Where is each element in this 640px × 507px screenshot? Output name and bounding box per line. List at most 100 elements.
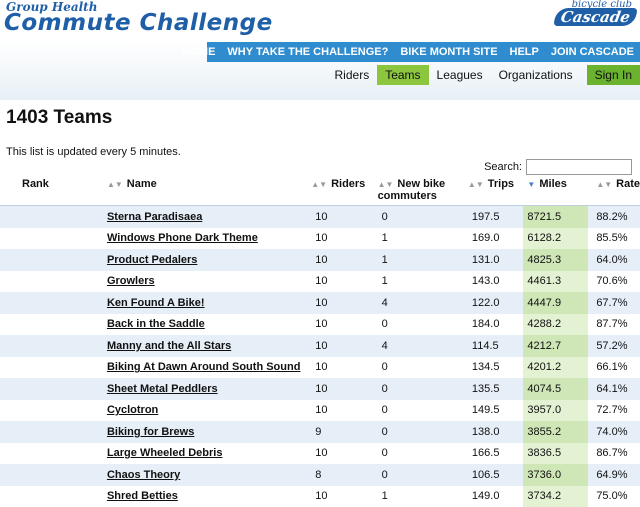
cell-new-commuters: 1 [378, 249, 468, 271]
cell-trips: 122.0 [468, 292, 524, 314]
nav-join-cascade[interactable]: JOIN CASCADE [551, 46, 634, 58]
cell-name: Ken Found A Bike! [107, 292, 311, 314]
column-header-rate[interactable]: ▲▼Rate [588, 175, 640, 206]
cell-miles: 4461.3 [523, 271, 588, 293]
nav-help[interactable]: HELP [510, 46, 539, 58]
column-header-riders[interactable]: ▲▼Riders [311, 175, 377, 206]
team-name-link[interactable]: Biking for Brews [107, 426, 194, 438]
sort-desc-icon: ▼ [527, 180, 535, 189]
table-row: Shred Betties101149.03734.275.0% [0, 486, 640, 507]
cell-trips: 143.0 [468, 271, 524, 293]
nav-why-take-challenge[interactable]: WHY TAKE THE CHALLENGE? [227, 46, 388, 58]
team-name-link[interactable]: Growlers [107, 275, 155, 287]
cell-rank [0, 486, 107, 507]
column-header-rank[interactable]: Rank [0, 175, 107, 206]
table-row: Biking for Brews90138.03855.274.0% [0, 421, 640, 443]
sign-in-button[interactable]: Sign In [587, 65, 640, 85]
team-name-link[interactable]: Sheet Metal Peddlers [107, 383, 218, 395]
page-title: 1403 Teams [6, 107, 112, 129]
cascade-logo[interactable]: Cascade [553, 8, 637, 26]
cell-name: Manny and the All Stars [107, 335, 311, 357]
cell-rate: 72.7% [588, 400, 640, 422]
cell-riders: 10 [311, 443, 377, 465]
table-row: Back in the Saddle100184.04288.287.7% [0, 314, 640, 336]
cell-new-commuters: 0 [378, 443, 468, 465]
nav-home[interactable]: HOME [182, 46, 215, 58]
cell-new-commuters: 4 [378, 292, 468, 314]
cell-riders: 10 [311, 314, 377, 336]
column-header-trips[interactable]: ▲▼Trips [468, 175, 524, 206]
cell-rank [0, 400, 107, 422]
cell-new-commuters: 0 [378, 206, 468, 228]
table-row: Large Wheeled Debris100166.53836.586.7% [0, 443, 640, 465]
cell-miles: 4288.2 [523, 314, 588, 336]
team-name-link[interactable]: Sterna Paradisaea [107, 211, 202, 223]
table-row: Product Pedalers101131.04825.364.0% [0, 249, 640, 271]
team-name-link[interactable]: Biking At Dawn Around South Sound [107, 361, 301, 373]
cell-new-commuters: 1 [378, 486, 468, 507]
cell-rate: 70.6% [588, 271, 640, 293]
cell-new-commuters: 0 [378, 357, 468, 379]
sort-arrows-icon: ▲▼ [596, 180, 612, 189]
cell-trips: 106.5 [468, 464, 524, 486]
cell-riders: 10 [311, 486, 377, 507]
team-name-link[interactable]: Ken Found A Bike! [107, 297, 205, 309]
sort-arrows-icon: ▲▼ [107, 180, 123, 189]
cell-miles: 3855.2 [523, 421, 588, 443]
cell-name: Cyclotron [107, 400, 311, 422]
cell-name: Biking for Brews [107, 421, 311, 443]
cell-riders: 10 [311, 335, 377, 357]
cell-miles: 4201.2 [523, 357, 588, 379]
team-name-link[interactable]: Large Wheeled Debris [107, 447, 223, 459]
teams-table: Rank ▲▼Name ▲▼Riders ▲▼New bike commuter… [0, 175, 640, 507]
sort-arrows-icon: ▲▼ [468, 180, 484, 189]
cell-riders: 9 [311, 421, 377, 443]
table-row: Sheet Metal Peddlers100135.54074.564.1% [0, 378, 640, 400]
column-header-miles[interactable]: ▼Miles [523, 175, 588, 206]
cell-new-commuters: 4 [378, 335, 468, 357]
team-name-link[interactable]: Product Pedalers [107, 254, 197, 266]
cell-riders: 10 [311, 249, 377, 271]
column-header-name[interactable]: ▲▼Name [107, 175, 311, 206]
cell-rate: 64.9% [588, 464, 640, 486]
cell-miles: 4212.7 [523, 335, 588, 357]
team-name-link[interactable]: Windows Phone Dark Theme [107, 232, 258, 244]
cell-name: Growlers [107, 271, 311, 293]
update-note: This list is updated every 5 minutes. [6, 146, 181, 158]
team-name-link[interactable]: Back in the Saddle [107, 318, 205, 330]
logo-commute-challenge[interactable]: Commute Challenge [4, 10, 273, 36]
sort-arrows-icon: ▲▼ [378, 180, 394, 189]
cell-rate: 85.5% [588, 228, 640, 250]
cell-rank [0, 443, 107, 465]
cell-trips: 197.5 [468, 206, 524, 228]
cell-trips: 114.5 [468, 335, 524, 357]
cell-miles: 3957.0 [523, 400, 588, 422]
cell-name: Back in the Saddle [107, 314, 311, 336]
cell-rate: 67.7% [588, 292, 640, 314]
cell-trips: 184.0 [468, 314, 524, 336]
team-name-link[interactable]: Manny and the All Stars [107, 340, 231, 352]
cell-miles: 4825.3 [523, 249, 588, 271]
cell-rate: 75.0% [588, 486, 640, 507]
cell-riders: 10 [311, 378, 377, 400]
nav-bike-month-site[interactable]: BIKE MONTH SITE [400, 46, 497, 58]
tab-riders[interactable]: Riders [327, 65, 378, 85]
cell-rate: 64.0% [588, 249, 640, 271]
cell-miles: 4074.5 [523, 378, 588, 400]
sort-arrows-icon: ▲▼ [311, 180, 327, 189]
cell-new-commuters: 0 [378, 314, 468, 336]
cell-rank [0, 357, 107, 379]
cell-rate: 88.2% [588, 206, 640, 228]
column-header-new-commuters[interactable]: ▲▼New bike commuters [378, 175, 468, 206]
team-name-link[interactable]: Cyclotron [107, 404, 158, 416]
team-name-link[interactable]: Shred Betties [107, 490, 178, 502]
table-row: Chaos Theory80106.53736.064.9% [0, 464, 640, 486]
tab-organizations[interactable]: Organizations [491, 65, 581, 85]
team-name-link[interactable]: Chaos Theory [107, 469, 180, 481]
search-input[interactable] [526, 159, 632, 175]
tab-teams[interactable]: Teams [377, 65, 428, 85]
cell-trips: 135.5 [468, 378, 524, 400]
cell-trips: 149.0 [468, 486, 524, 507]
cell-rank [0, 314, 107, 336]
tab-leagues[interactable]: Leagues [429, 65, 491, 85]
